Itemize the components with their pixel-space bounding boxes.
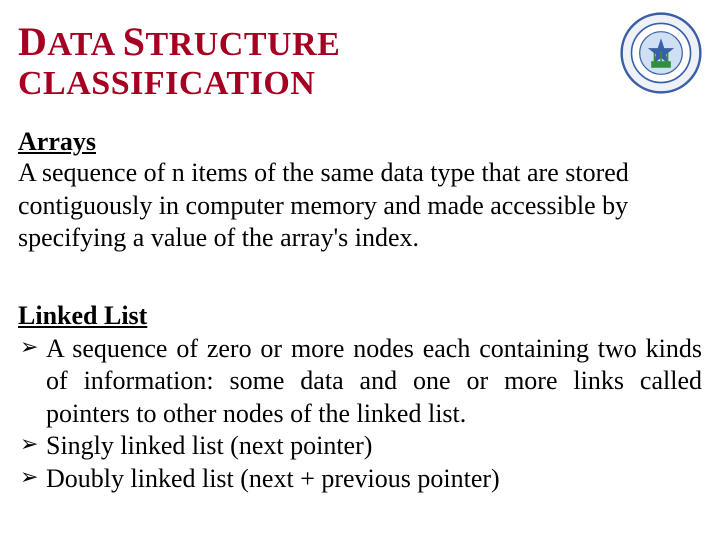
list-item: A sequence of zero or more nodes each co… <box>46 333 702 431</box>
spacer <box>18 255 702 277</box>
linkedlist-bullets: A sequence of zero or more nodes each co… <box>18 333 702 496</box>
slide: DATA STRUCTURE CLASSIFICATION Arrays A s… <box>0 0 720 513</box>
list-item: Doubly linked list (next + previous poin… <box>46 463 702 496</box>
slide-title: DATA STRUCTURE CLASSIFICATION <box>18 18 620 103</box>
arrays-heading: Arrays <box>18 127 702 157</box>
title-rest: CLASSIFICATION <box>18 65 315 102</box>
arrays-body: A sequence of n items of the same data t… <box>18 157 702 255</box>
title-word2-rest: TRUCTURE <box>146 26 341 63</box>
title-word2-cap: S <box>123 19 146 64</box>
title-word1-cap: D <box>18 19 47 64</box>
title-row: DATA STRUCTURE CLASSIFICATION <box>18 12 702 103</box>
university-seal-icon <box>620 12 702 94</box>
title-word1-rest: ATA <box>47 26 113 63</box>
list-item: Singly linked list (next pointer) <box>46 430 702 463</box>
linkedlist-heading: Linked List <box>18 301 702 331</box>
